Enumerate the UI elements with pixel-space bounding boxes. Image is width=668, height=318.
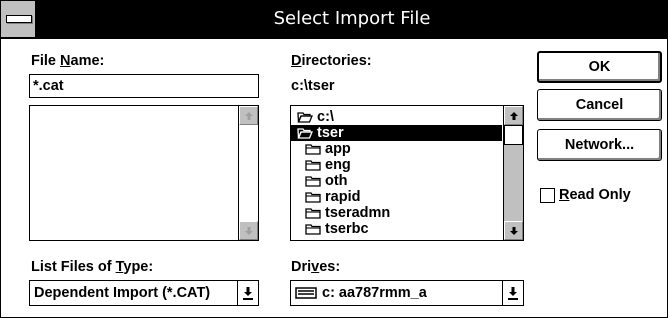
- drives-label: Drives:: [291, 259, 341, 275]
- folder-icon: [305, 223, 325, 235]
- directory-item-label: app: [325, 141, 351, 157]
- directory-item-label: tser: [317, 125, 344, 141]
- directory-item-c[interactable]: c:\: [291, 109, 334, 125]
- directory-item-label: tserbc: [325, 221, 369, 237]
- arrow-down-icon: [508, 287, 518, 300]
- folder-icon: [305, 207, 325, 219]
- arrow-up-icon: [509, 111, 518, 120]
- file-type-dropdown-button[interactable]: [237, 281, 258, 305]
- file-list-scrollbar[interactable]: [238, 106, 258, 240]
- scroll-down-button[interactable]: [239, 221, 258, 240]
- scroll-up-button[interactable]: [504, 106, 523, 125]
- drives-value: c: aa787rmm_a: [322, 285, 427, 301]
- directory-item-eng[interactable]: eng: [291, 157, 351, 173]
- drives-select[interactable]: c: aa787rmm_a: [290, 280, 524, 306]
- scroll-down-button[interactable]: [504, 221, 523, 240]
- directory-tree[interactable]: c:\ tser app eng oth rapid tseradmn tserbc: [290, 105, 524, 241]
- directory-item-label: tseradmn: [325, 205, 391, 221]
- directory-item-tserbc[interactable]: tserbc: [291, 221, 369, 237]
- scroll-up-button[interactable]: [239, 106, 258, 125]
- file-name-input[interactable]: *.cat: [29, 74, 259, 98]
- read-only-label[interactable]: Read Only: [559, 187, 631, 203]
- title-bar: Select Import File: [1, 1, 667, 39]
- scroll-thumb[interactable]: [504, 125, 523, 145]
- window-title: Select Import File: [273, 8, 431, 29]
- cancel-button[interactable]: Cancel: [537, 89, 662, 121]
- directory-item-label: eng: [325, 157, 351, 173]
- drives-dropdown-button[interactable]: [502, 281, 523, 305]
- select-import-file-dialog: Select Import File File Name: *.cat Dire…: [0, 0, 668, 318]
- ok-button[interactable]: OK: [537, 51, 662, 83]
- file-type-label: List Files of Type:: [31, 259, 154, 275]
- directories-label: Directories:: [291, 53, 372, 69]
- file-list[interactable]: [29, 105, 259, 241]
- directory-item-label: c:\: [317, 109, 334, 125]
- file-type-value: Dependent Import (*.CAT): [34, 285, 211, 301]
- arrow-up-icon: [244, 111, 253, 120]
- minus-bar-icon: [6, 15, 32, 23]
- arrow-down-icon: [244, 226, 253, 235]
- open-folder-icon: [297, 127, 317, 139]
- folder-icon: [305, 159, 325, 171]
- drives-value-wrap: c: aa787rmm_a: [295, 281, 427, 305]
- directory-item-tser[interactable]: tser: [291, 125, 502, 141]
- directory-scrollbar[interactable]: [503, 106, 523, 240]
- directory-item-oth[interactable]: oth: [291, 173, 348, 189]
- folder-icon: [305, 191, 325, 203]
- open-folder-icon: [297, 111, 317, 123]
- directory-item-rapid[interactable]: rapid: [291, 189, 360, 205]
- arrow-down-icon: [509, 226, 518, 235]
- directory-item-tseradmn[interactable]: tseradmn: [291, 205, 390, 221]
- current-directory-path: c:\tser: [291, 78, 335, 94]
- network-button[interactable]: Network...: [537, 129, 662, 161]
- directory-item-label: oth: [325, 173, 348, 189]
- directory-item-label: rapid: [325, 189, 361, 205]
- file-name-label: File Name:: [31, 53, 105, 69]
- folder-icon: [305, 143, 325, 155]
- drive-icon: [295, 287, 317, 299]
- directory-item-app[interactable]: app: [291, 141, 351, 157]
- file-type-select[interactable]: Dependent Import (*.CAT): [29, 280, 259, 306]
- arrow-down-icon: [243, 287, 253, 300]
- read-only-checkbox[interactable]: [540, 188, 555, 203]
- system-menu-button[interactable]: [1, 1, 37, 37]
- folder-icon: [305, 175, 325, 187]
